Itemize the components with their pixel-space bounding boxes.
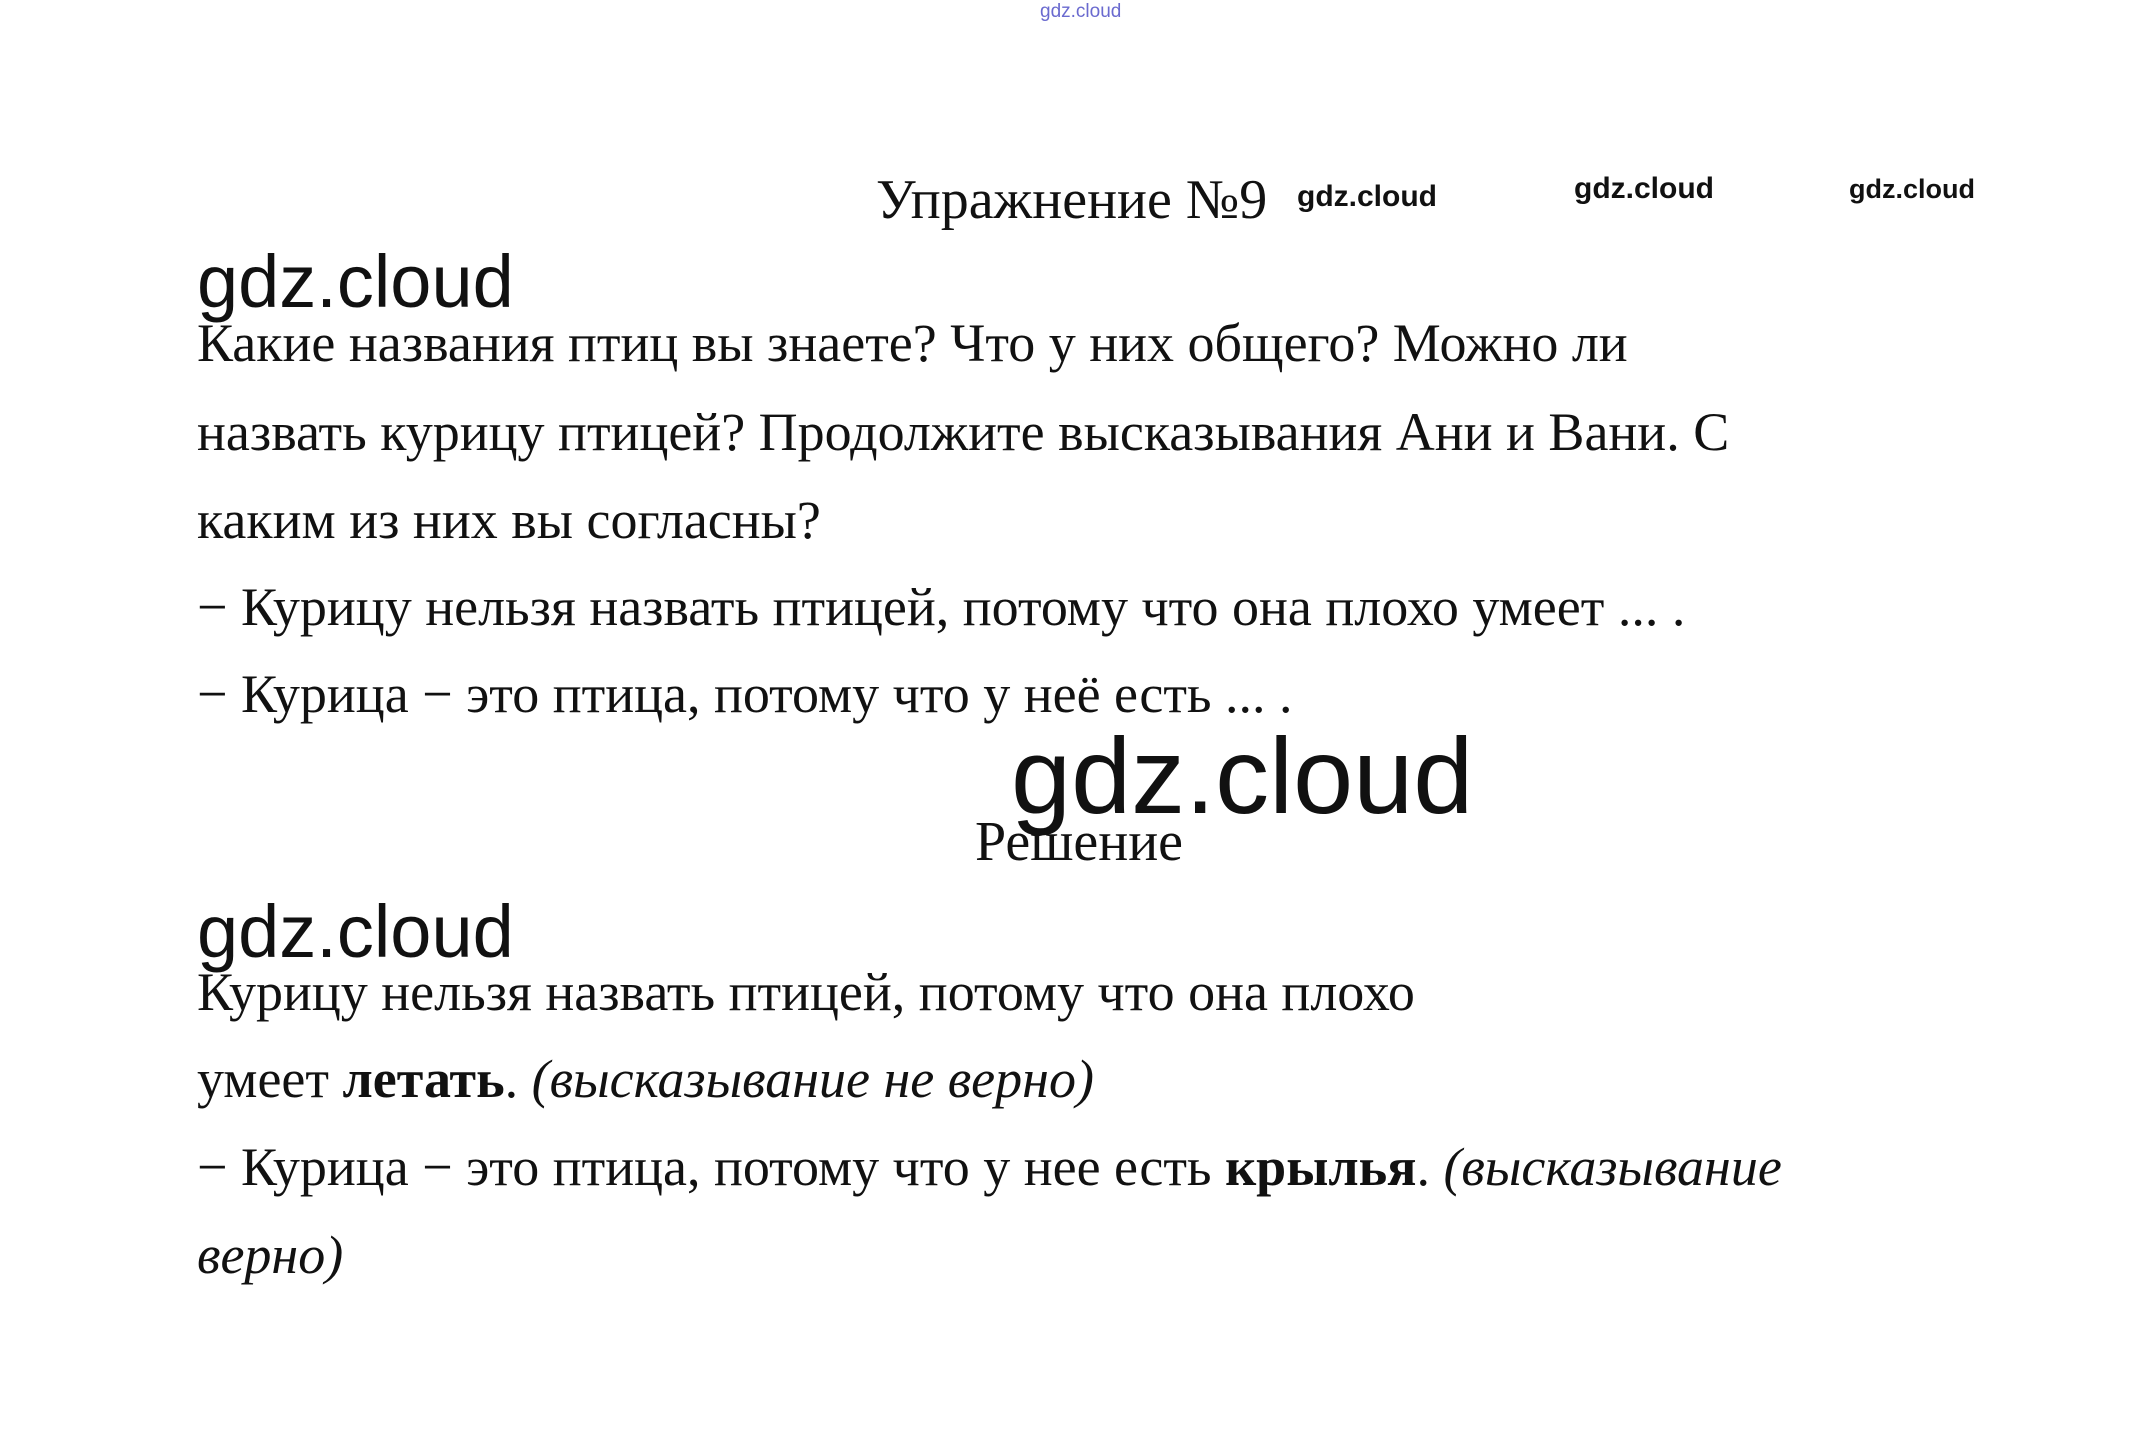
- answer-wings: крылья: [1225, 1137, 1417, 1197]
- exercise-line-2: назвать курицу птицей? Продолжите высказ…: [197, 402, 1730, 462]
- solution-line-3-note: (высказывание: [1443, 1137, 1782, 1197]
- watermark-header-1: gdz.cloud: [1297, 180, 1437, 213]
- watermark-header-3: gdz.cloud: [1849, 174, 1975, 204]
- solution-line-2-prefix: умеет: [197, 1049, 343, 1109]
- solution-line-2-punct: .: [504, 1049, 532, 1109]
- watermark-top: gdz.cloud: [1040, 1, 1122, 22]
- solution-line-3: − Курица − это птица, потому что у нее е…: [197, 1140, 1782, 1194]
- solution-line-3-prefix: − Курица − это птица, потому что у нее е…: [197, 1137, 1226, 1197]
- watermark-body-2: gdz.cloud: [197, 890, 514, 973]
- exercise-line-4: − Курицу нельзя назвать птицей, потому ч…: [197, 577, 1686, 637]
- watermark-body-1: gdz.cloud: [197, 240, 514, 323]
- solution-line-3-punct: .: [1416, 1137, 1444, 1197]
- exercise-line-5: − Курица − это птица, потому что у неё е…: [197, 664, 1293, 724]
- solution-line-1: Курицу нельзя назвать птицей, потому что…: [197, 962, 1415, 1022]
- answer-fly: летать: [342, 1049, 505, 1109]
- watermark-header-2: gdz.cloud: [1574, 172, 1714, 205]
- solution-line-2-note: (высказывание не верно): [531, 1049, 1094, 1109]
- solution-line-4: верно): [197, 1225, 344, 1285]
- exercise-title: Упражнение №9: [876, 169, 1268, 231]
- exercise-line-3: каким из них вы согласны?: [197, 490, 821, 550]
- solution-title: Решение: [975, 811, 1184, 873]
- exercise-line-1: Какие названия птиц вы знаете? Что у них…: [197, 313, 1628, 373]
- solution-line-2: умеет летать. (высказывание не верно): [197, 1052, 1094, 1106]
